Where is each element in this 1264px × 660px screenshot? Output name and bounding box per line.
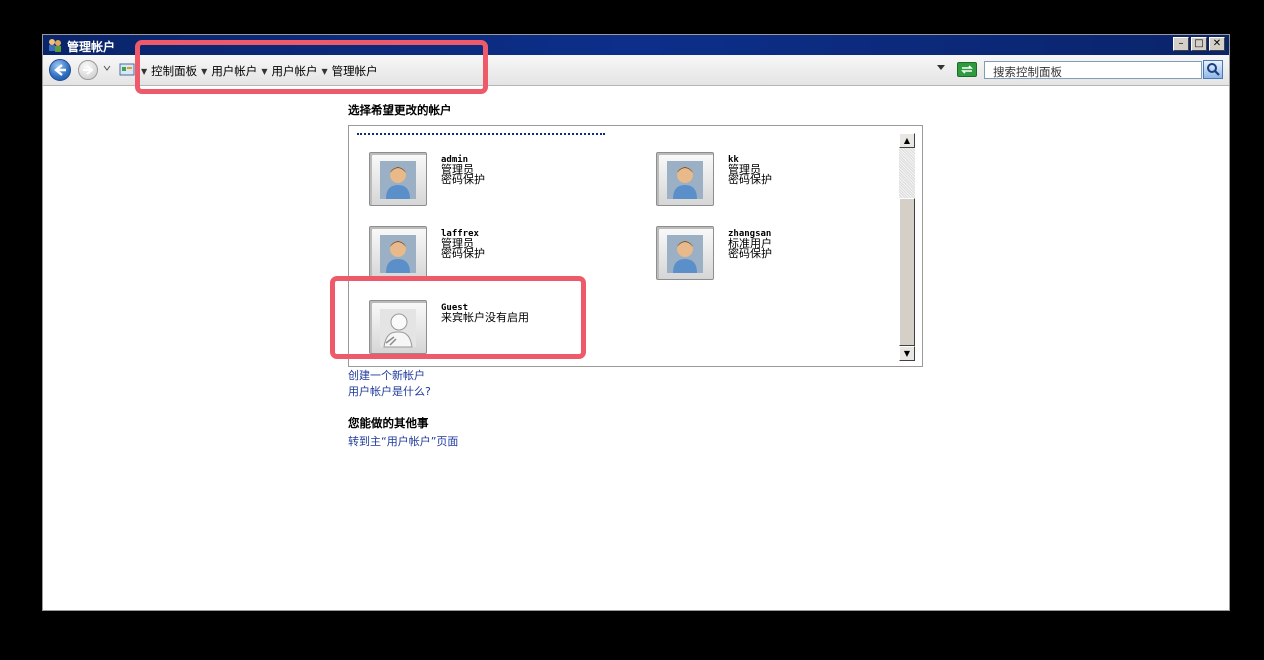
minimize-button[interactable]: –: [1173, 37, 1189, 51]
account-tile-kk[interactable]: kk 管理员 密码保护: [656, 152, 886, 212]
forward-arrow-icon: [83, 65, 94, 75]
user-avatar-icon: [667, 161, 703, 199]
avatar: [656, 152, 714, 206]
avatar: [369, 152, 427, 206]
search-input[interactable]: 搜索控制面板: [984, 61, 1202, 79]
task-links: 创建一个新帐户 用户帐户是什么?: [348, 368, 431, 400]
window-title: 管理帐户: [67, 40, 116, 54]
account-status: 密码保护: [441, 247, 485, 260]
forward-button[interactable]: [78, 60, 98, 80]
section-title: 您能做的其他事: [348, 416, 429, 430]
user-avatar-icon: [380, 161, 416, 199]
user-avatar-icon: [380, 235, 416, 273]
history-dropdown-icon[interactable]: [103, 64, 111, 72]
highlight-box-guest: [330, 276, 586, 359]
page-heading: 选择希望更改的帐户: [348, 103, 452, 117]
highlight-box-breadcrumb: [135, 40, 488, 94]
scroll-track[interactable]: [899, 148, 915, 198]
address-dropdown-icon[interactable]: [936, 64, 946, 72]
maximize-button[interactable]: □: [1191, 37, 1207, 51]
user-avatar-icon: [667, 235, 703, 273]
refresh-icon: [961, 65, 973, 74]
scroll-down-button[interactable]: ▼: [899, 346, 915, 361]
account-tile-zhangsan[interactable]: zhangsan 标准用户 密码保护: [656, 226, 886, 286]
users-icon: [49, 39, 61, 52]
avatar: [656, 226, 714, 280]
create-account-link[interactable]: 创建一个新帐户: [348, 368, 431, 384]
scroll-thumb[interactable]: [899, 198, 915, 346]
account-status: 密码保护: [728, 247, 772, 260]
vertical-scrollbar[interactable]: ▲ ▼: [899, 133, 915, 361]
back-button[interactable]: [49, 59, 71, 81]
scroll-up-button[interactable]: ▲: [899, 133, 915, 148]
avatar: [369, 226, 427, 280]
account-status: 密码保护: [441, 173, 485, 186]
divider: [357, 133, 605, 135]
account-tile-admin[interactable]: admin 管理员 密码保护: [369, 152, 599, 212]
what-is-account-link[interactable]: 用户帐户是什么?: [348, 384, 431, 400]
account-status: 密码保护: [728, 173, 772, 186]
close-button[interactable]: ✕: [1209, 37, 1225, 51]
other-tasks-section: 您能做的其他事 转到主“用户帐户”页面: [348, 415, 458, 450]
main-user-accounts-link[interactable]: 转到主“用户帐户”页面: [348, 434, 458, 450]
search-icon: [1207, 63, 1220, 76]
back-arrow-icon: [54, 64, 66, 76]
control-panel-window: 管理帐户 – □ ✕ ▼ 控制面板 ▼ 用户帐户 ▼ 用户帐户 ▼ 管理帐户 搜…: [42, 34, 1230, 611]
search-button[interactable]: [1203, 60, 1223, 79]
refresh-button[interactable]: [957, 62, 977, 77]
